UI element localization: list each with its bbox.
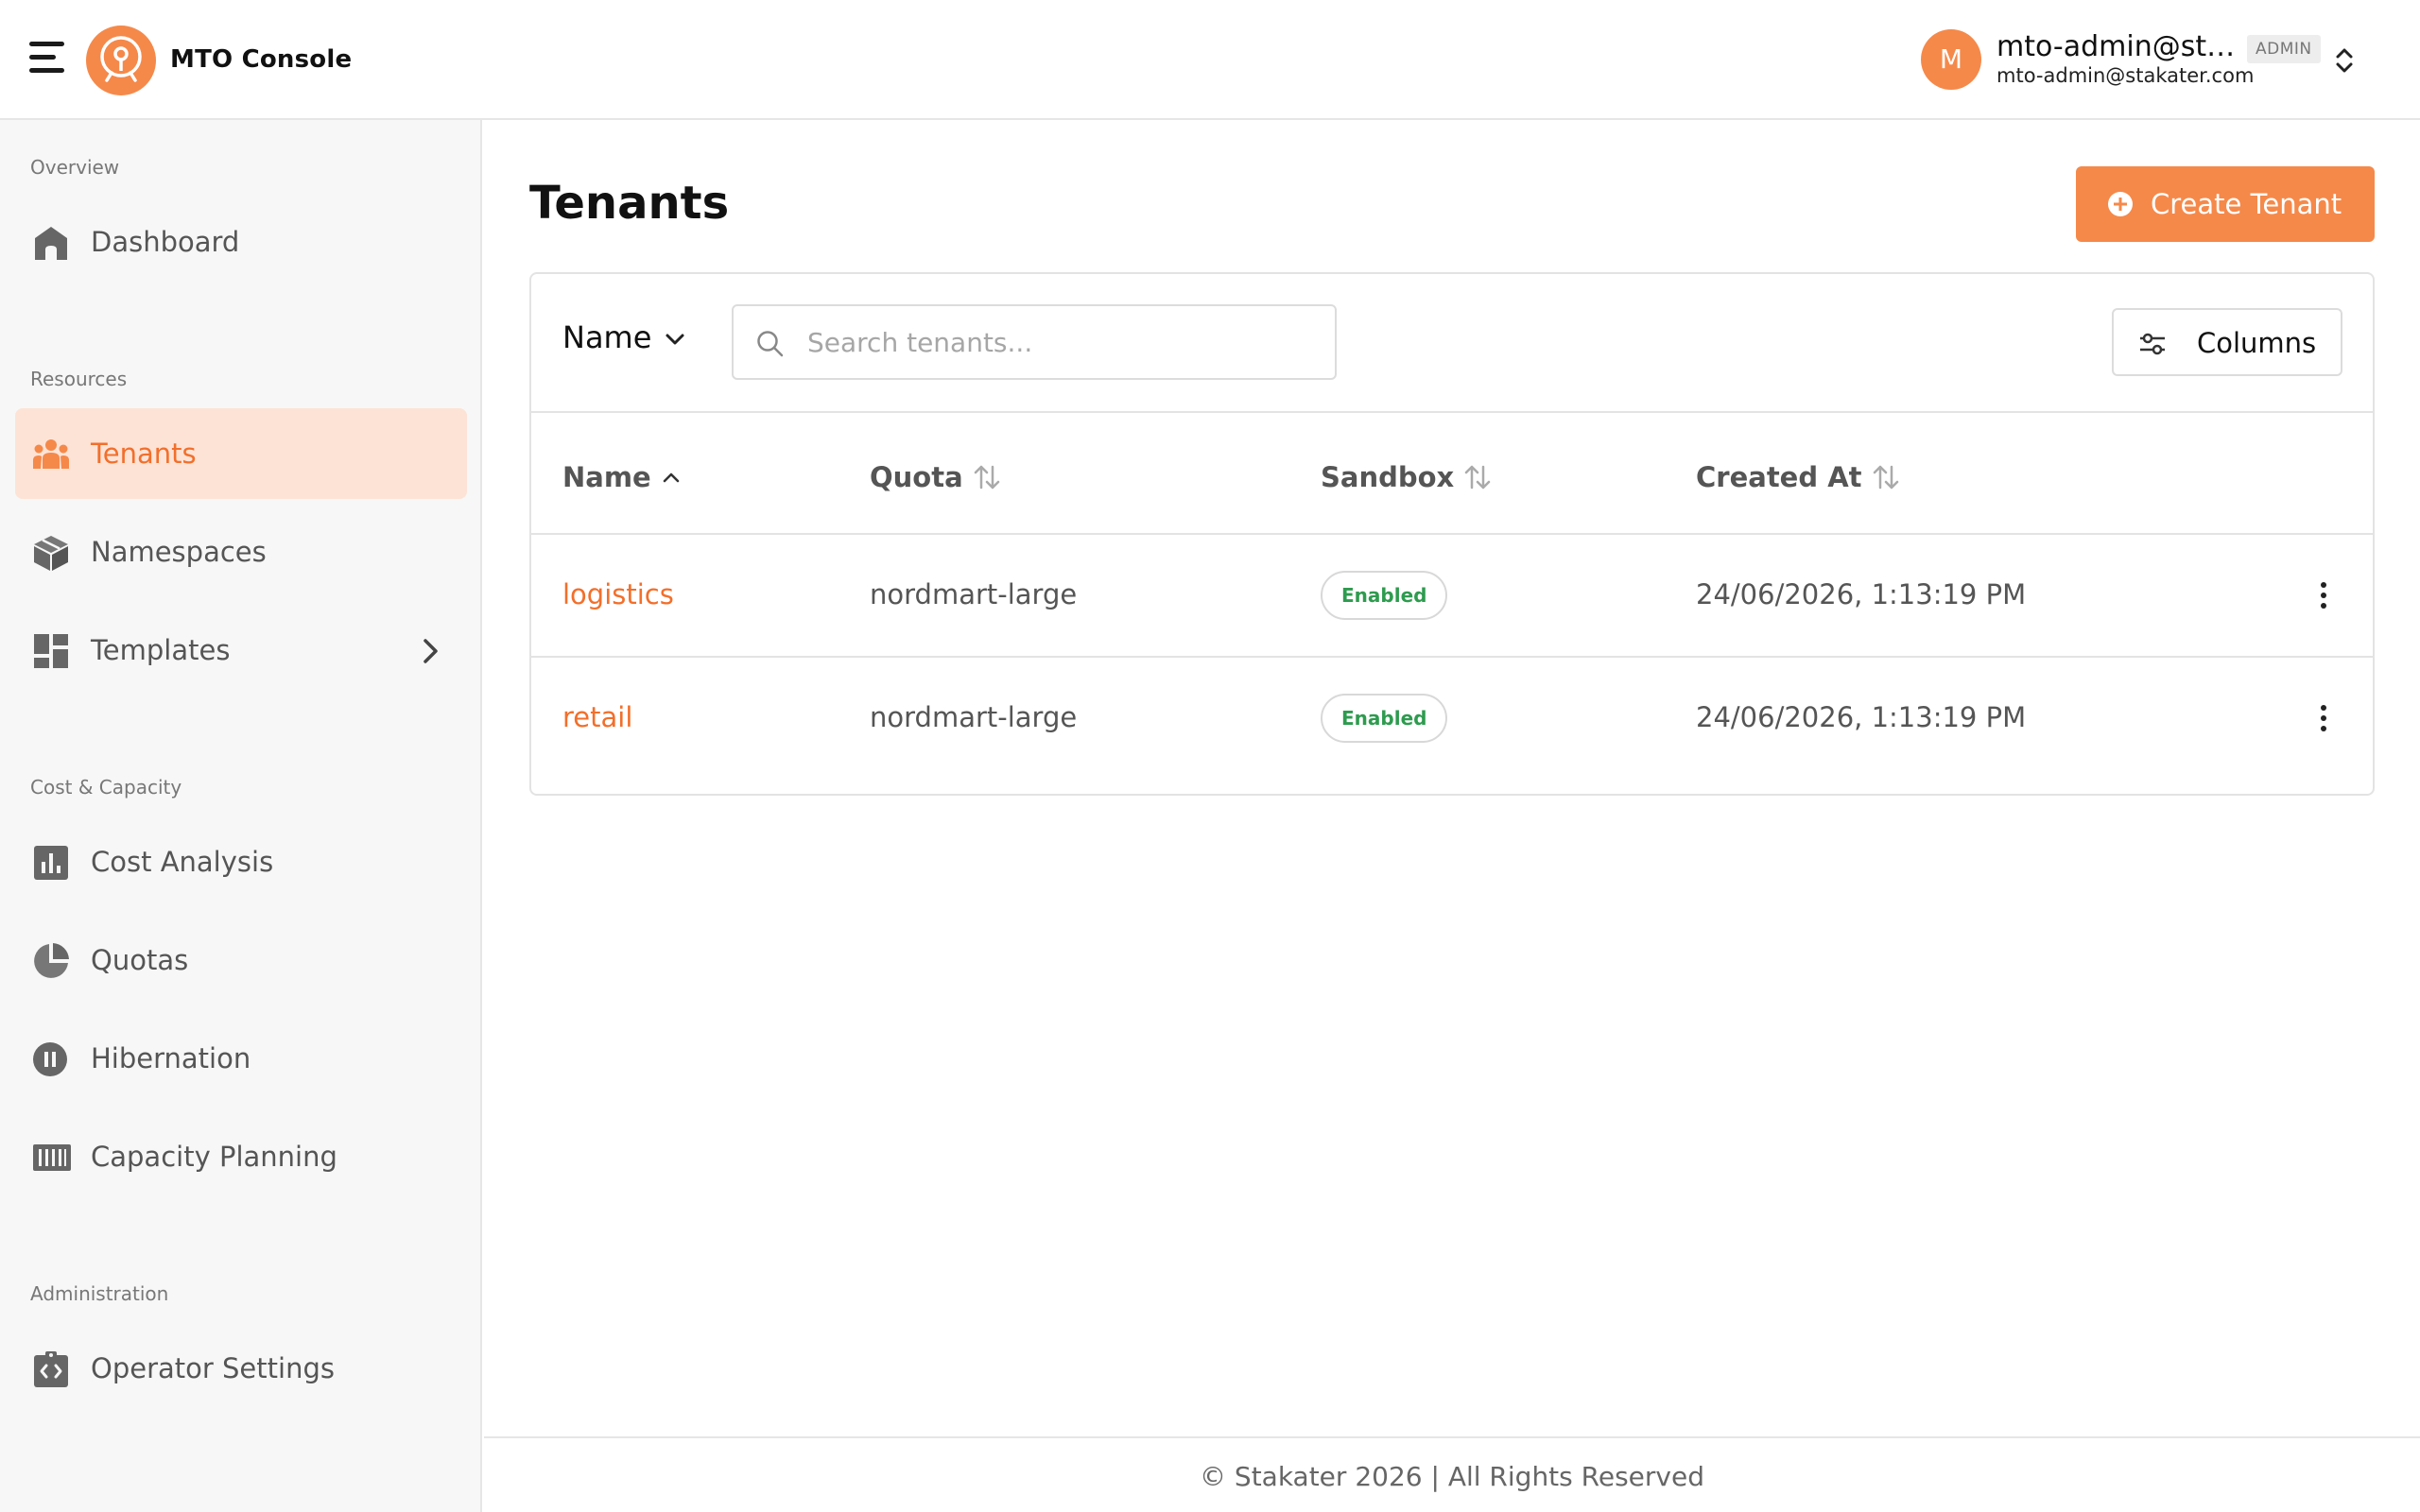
create-tenant-label: Create Tenant	[2151, 188, 2342, 220]
column-header-label: Name	[562, 461, 651, 493]
tenant-quota: nordmart-large	[870, 578, 1078, 610]
barcode-icon	[33, 1144, 71, 1171]
search-field-label: Name	[562, 319, 652, 355]
sort-icon	[1465, 465, 1491, 490]
sidebar-item-label: Dashboard	[91, 226, 240, 258]
more-vert-icon[interactable]	[2308, 576, 2339, 614]
sidebar-item-label: Capacity Planning	[91, 1141, 337, 1173]
sidebar: Overview Dashboard Resources Tenants Nam…	[0, 120, 482, 1512]
dashboard-grid-icon	[34, 634, 68, 668]
sidebar-item-label: Tenants	[91, 438, 197, 470]
sidebar-item-label: Namespaces	[91, 536, 267, 568]
app-title: MTO Console	[170, 45, 353, 74]
column-header-quota[interactable]: Quota	[870, 461, 1001, 493]
app-logo[interactable]	[86, 26, 156, 95]
tune-icon	[2140, 333, 2165, 355]
role-badge: ADMIN	[2247, 35, 2321, 63]
sidebar-item-capacity-planning[interactable]: Capacity Planning	[15, 1111, 467, 1202]
sandbox-status-badge: Enabled	[1321, 571, 1448, 620]
columns-button[interactable]: Columns	[2112, 308, 2342, 376]
tenants-table-card: Name Columns Name Quota Sandbo	[529, 272, 2375, 796]
chevron-right-icon[interactable]	[420, 637, 442, 665]
section-cost-capacity: Cost & Capacity	[30, 776, 182, 799]
tenant-quota: nordmart-large	[870, 701, 1078, 733]
more-vert-icon[interactable]	[2308, 699, 2339, 737]
table-toolbar: Name Columns	[531, 274, 2373, 413]
sidebar-item-operator-settings[interactable]: Operator Settings	[15, 1323, 467, 1414]
footer-text: © Stakater 2026 | All Rights Reserved	[1200, 1461, 1704, 1492]
sandbox-status-badge: Enabled	[1321, 694, 1448, 743]
sidebar-item-label: Operator Settings	[91, 1352, 335, 1384]
sidebar-item-label: Cost Analysis	[91, 846, 274, 878]
search-input[interactable]	[807, 319, 1318, 365]
column-header-created-at[interactable]: Created At	[1696, 461, 1900, 493]
column-header-name[interactable]: Name	[562, 461, 682, 493]
user-email: mto-admin@stakater.com	[1996, 64, 2255, 87]
column-header-label: Created At	[1696, 461, 1862, 493]
table-row[interactable]: logistics nordmart-large Enabled 24/06/2…	[531, 535, 2373, 658]
pause-circle-icon	[33, 1042, 67, 1076]
sort-icon	[974, 465, 999, 490]
section-overview: Overview	[30, 156, 120, 179]
tenant-name-link[interactable]: retail	[562, 701, 632, 733]
bar-chart-icon	[34, 846, 68, 880]
tenant-created-at: 24/06/2026, 1:13:19 PM	[1696, 578, 2027, 610]
page-title: Tenants	[529, 177, 730, 230]
column-header-label: Quota	[870, 461, 963, 493]
table-row[interactable]: retail nordmart-large Enabled 24/06/2026…	[531, 658, 2373, 781]
top-app-bar: MTO Console M mto-admin@sta... ADMIN mto…	[0, 0, 2420, 120]
sort-icon	[1873, 465, 1898, 490]
sidebar-item-quotas[interactable]: Quotas	[15, 915, 467, 1005]
sidebar-item-tenants[interactable]: Tenants	[15, 408, 467, 499]
code-clipboard-icon	[34, 1351, 68, 1387]
column-header-sandbox[interactable]: Sandbox	[1321, 461, 1492, 493]
search-box[interactable]	[732, 304, 1337, 380]
home-icon	[35, 227, 67, 260]
column-header-label: Sandbox	[1321, 461, 1455, 493]
unfold-icon[interactable]	[2333, 45, 2356, 76]
hamburger-icon[interactable]	[29, 42, 64, 74]
user-menu[interactable]: M mto-admin@sta... ADMIN mto-admin@staka…	[1891, 0, 2420, 120]
columns-label: Columns	[2197, 327, 2317, 359]
groups-icon	[33, 439, 69, 469]
sort-ascending-icon	[663, 472, 679, 483]
table-header: Name Quota Sandbox Created At	[531, 413, 2373, 535]
cube-icon	[34, 536, 68, 571]
search-field-select[interactable]: Name	[562, 319, 685, 367]
user-name: mto-admin@sta...	[1996, 30, 2240, 63]
sidebar-item-label: Templates	[91, 634, 231, 666]
sidebar-item-dashboard[interactable]: Dashboard	[15, 197, 467, 287]
sidebar-item-hibernation[interactable]: Hibernation	[15, 1013, 467, 1104]
section-administration: Administration	[30, 1282, 169, 1305]
tenant-created-at: 24/06/2026, 1:13:19 PM	[1696, 701, 2027, 733]
sidebar-item-namespaces[interactable]: Namespaces	[15, 507, 467, 597]
sidebar-item-cost-analysis[interactable]: Cost Analysis	[15, 816, 467, 907]
section-resources: Resources	[30, 368, 128, 390]
search-icon	[757, 331, 784, 357]
avatar[interactable]: M	[1921, 29, 1981, 90]
chevron-down-icon	[666, 334, 684, 345]
pie-chart-icon	[34, 943, 69, 978]
sidebar-item-label: Hibernation	[91, 1042, 251, 1074]
sidebar-item-templates[interactable]: Templates	[15, 605, 467, 696]
tenant-name-link[interactable]: logistics	[562, 578, 674, 610]
create-tenant-button[interactable]: Create Tenant	[2076, 166, 2375, 242]
add-circle-icon	[2108, 192, 2133, 216]
footer: © Stakater 2026 | All Rights Reserved	[484, 1436, 2420, 1512]
sidebar-item-label: Quotas	[91, 944, 189, 976]
